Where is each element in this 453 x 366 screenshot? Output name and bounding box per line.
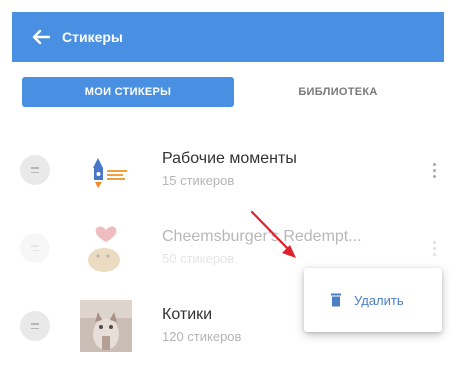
delete-menu-item[interactable]: Удалить <box>354 293 404 308</box>
trash-icon <box>331 293 341 307</box>
sticker-pack-title: Котики <box>162 306 213 323</box>
arrow-left-icon <box>32 29 50 45</box>
tab-library[interactable]: БИБЛИОТЕКА <box>268 77 408 107</box>
back-button[interactable] <box>28 24 54 50</box>
drag-handle-icon[interactable] <box>20 311 50 341</box>
sticker-pack-thumbnail <box>80 144 132 196</box>
more-vert-icon[interactable] <box>428 233 440 263</box>
sticker-pack-thumbnail <box>80 222 132 274</box>
sticker-pack-thumbnail <box>80 300 132 352</box>
sticker-pack-count: 50 стикеров <box>162 251 235 266</box>
drag-handle-icon[interactable] <box>20 155 50 185</box>
sticker-pack-title: Рабочие моменты <box>162 150 297 167</box>
more-vert-icon[interactable] <box>428 155 440 185</box>
sticker-pack-item[interactable]: Рабочие моменты 15 стикеров <box>12 130 444 210</box>
page-title: Стикеры <box>62 29 123 45</box>
context-menu: Удалить <box>304 268 442 332</box>
app-bar: Стикеры <box>12 12 444 62</box>
sticker-pack-title: Cheemsburger's Redempt... <box>162 228 362 245</box>
drag-handle-icon[interactable] <box>20 233 50 263</box>
tab-my-stickers[interactable]: МОИ СТИКЕРЫ <box>22 77 234 107</box>
sticker-pack-count: 120 стикеров <box>162 329 242 344</box>
sticker-pack-count: 15 стикеров <box>162 173 235 188</box>
tab-bar: МОИ СТИКЕРЫ БИБЛИОТЕКА <box>12 62 444 120</box>
